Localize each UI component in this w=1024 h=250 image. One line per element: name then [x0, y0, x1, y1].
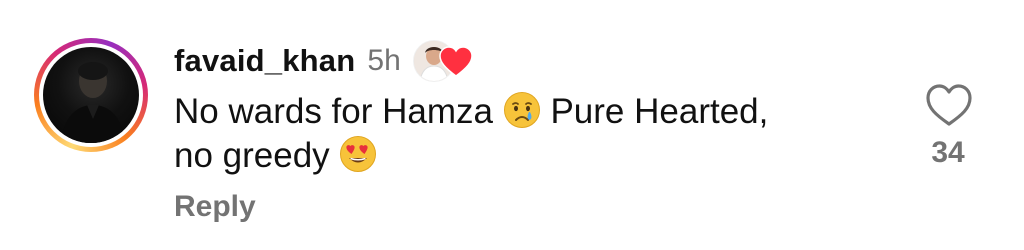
comment-text-part1: No wards for Hamza	[174, 92, 493, 131]
heart-outline-icon[interactable]	[924, 82, 974, 128]
comment-text: No wards for Hamza Pure Hearted, no gree…	[174, 90, 874, 178]
heart-filled-icon	[439, 46, 473, 77]
comment-header: favaid_khan 5h	[174, 38, 473, 84]
crying-face-emoji	[503, 92, 540, 128]
comment-item: favaid_khan 5h No wards for Hamza Pure H…	[0, 0, 1024, 250]
comment-text-part3: no greedy	[174, 136, 330, 175]
reply-button[interactable]: Reply	[174, 190, 256, 224]
comment-text-part2: Pure Hearted,	[550, 92, 769, 131]
avatar-silhouette-icon	[61, 62, 125, 143]
like-count: 34	[931, 136, 965, 169]
timestamp: 5h	[367, 44, 401, 77]
avatar-story-ring[interactable]	[34, 38, 148, 152]
avatar	[43, 47, 139, 143]
liked-by-author-badge	[412, 38, 473, 84]
username-link[interactable]: favaid_khan	[174, 43, 355, 79]
heart-eyes-emoji	[340, 136, 377, 172]
